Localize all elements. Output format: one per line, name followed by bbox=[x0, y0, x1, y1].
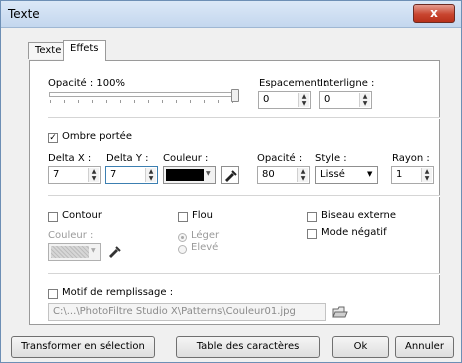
motif-checkbox[interactable] bbox=[48, 289, 58, 299]
tab-effets-label: Effets bbox=[70, 43, 99, 54]
interligne-spinner[interactable]: 0 ▲ ▼ bbox=[319, 91, 372, 109]
open-folder-icon bbox=[332, 306, 348, 318]
ombre-eyedropper-button[interactable] bbox=[221, 166, 239, 184]
style-value: Lissé bbox=[320, 169, 345, 180]
contour-checkbox[interactable] bbox=[48, 212, 58, 222]
separator bbox=[48, 117, 440, 119]
ombre-color-picker[interactable]: ▼ bbox=[163, 166, 216, 184]
flou-checkbox[interactable] bbox=[178, 212, 188, 222]
table-caracteres-label: Table des caractères bbox=[196, 341, 300, 352]
close-button[interactable]: x bbox=[413, 4, 455, 23]
contour-color-picker[interactable]: ▼ bbox=[48, 243, 101, 261]
contour-label: Contour bbox=[62, 210, 102, 221]
spin-down-icon[interactable]: ▼ bbox=[299, 100, 309, 107]
motif-path-value: C:\...\PhotoFiltre Studio X\Patterns\Cou… bbox=[53, 306, 296, 317]
opacity-label: Opacité : 100% bbox=[48, 78, 126, 89]
ombre-opacite-spin-buttons[interactable]: ▲ ▼ bbox=[297, 168, 308, 182]
opacity-slider-thumb[interactable] bbox=[231, 89, 239, 102]
mode-negatif-checkbox[interactable] bbox=[307, 229, 317, 239]
motif-path-field[interactable]: C:\...\PhotoFiltre Studio X\Patterns\Cou… bbox=[48, 303, 326, 321]
delta-y-spinner[interactable]: 7 ▲ ▼ bbox=[105, 166, 158, 184]
spin-up-icon[interactable]: ▲ bbox=[299, 93, 309, 100]
spin-down-icon[interactable]: ▼ bbox=[298, 175, 308, 182]
spin-up-icon[interactable]: ▲ bbox=[422, 168, 432, 175]
annuler-button[interactable]: Annuler bbox=[395, 336, 454, 358]
chevron-down-icon: ▼ bbox=[91, 247, 96, 254]
delta-x-spin-buttons[interactable]: ▲ ▼ bbox=[88, 168, 99, 182]
delta-y-spin-buttons[interactable]: ▲ ▼ bbox=[145, 168, 156, 182]
close-icon: x bbox=[430, 6, 438, 20]
open-folder-button[interactable] bbox=[332, 304, 348, 320]
delta-x-label: Delta X : bbox=[48, 153, 92, 164]
espacement-label: Espacement : bbox=[259, 78, 328, 89]
ombre-opacite-value: 80 bbox=[262, 169, 275, 180]
rayon-spinner[interactable]: 1 ▲ ▼ bbox=[391, 166, 434, 184]
flou-label: Flou bbox=[192, 210, 213, 221]
contour-couleur-label: Couleur : bbox=[48, 230, 94, 241]
delta-x-spinner[interactable]: 7 ▲ ▼ bbox=[48, 166, 101, 184]
espacement-value: 0 bbox=[263, 94, 270, 105]
effects-panel: Opacité : 100% Espacement : 0 ▲ ▼ Interli… bbox=[29, 60, 440, 325]
separator bbox=[48, 195, 440, 197]
interligne-spin-buttons[interactable]: ▲ ▼ bbox=[359, 93, 370, 107]
chevron-down-icon: ▼ bbox=[367, 170, 373, 178]
flou-eleve-label: Elevé bbox=[191, 242, 219, 253]
text-dialog: Texte x Texte Effets Opacité : 100% Espa… bbox=[0, 0, 462, 363]
rayon-spin-buttons[interactable]: ▲ ▼ bbox=[421, 168, 432, 182]
spin-down-icon[interactable]: ▼ bbox=[89, 175, 99, 182]
contour-color-swatch bbox=[51, 246, 89, 258]
flou-leger-radio[interactable] bbox=[178, 233, 187, 242]
rayon-value: 1 bbox=[396, 169, 403, 180]
mode-negatif-label: Mode négatif bbox=[321, 227, 387, 238]
window-title: Texte bbox=[8, 7, 40, 21]
checkmark-icon: ✓ bbox=[49, 133, 57, 143]
opacity-slider-ticks bbox=[50, 100, 236, 103]
transformer-button[interactable]: Transformer en sélection bbox=[11, 336, 155, 358]
flou-eleve-radio[interactable] bbox=[178, 245, 187, 254]
delta-y-value: 7 bbox=[110, 169, 117, 180]
ombre-color-swatch bbox=[166, 169, 204, 181]
delta-y-label: Delta Y : bbox=[106, 153, 149, 164]
spin-up-icon[interactable]: ▲ bbox=[298, 168, 308, 175]
ombre-checkbox[interactable]: ✓ bbox=[48, 133, 58, 143]
contour-eyedropper[interactable] bbox=[106, 243, 122, 259]
spin-down-icon[interactable]: ▼ bbox=[146, 175, 156, 182]
ombre-label: Ombre portée bbox=[62, 131, 132, 142]
tab-texte-label: Texte bbox=[35, 45, 62, 56]
style-select[interactable]: Lissé ▼ bbox=[315, 166, 378, 184]
espacement-spin-buttons[interactable]: ▲ ▼ bbox=[298, 93, 309, 107]
annuler-label: Annuler bbox=[405, 341, 444, 352]
eyedropper-icon bbox=[225, 170, 237, 182]
eyedropper-icon bbox=[109, 246, 121, 258]
separator bbox=[48, 273, 440, 275]
interligne-label: Interligne : bbox=[320, 78, 375, 89]
transformer-label: Transformer en sélection bbox=[21, 341, 145, 352]
chevron-down-icon: ▼ bbox=[206, 170, 211, 177]
interligne-value: 0 bbox=[324, 94, 331, 105]
ombre-opacite-spinner[interactable]: 80 ▲ ▼ bbox=[257, 166, 310, 184]
biseau-label: Biseau externe bbox=[321, 210, 397, 221]
title-bar: Texte x bbox=[1, 1, 461, 28]
spin-up-icon[interactable]: ▲ bbox=[89, 168, 99, 175]
spin-up-icon[interactable]: ▲ bbox=[360, 93, 370, 100]
ombre-opacite-label: Opacité : bbox=[257, 153, 303, 164]
spin-down-icon[interactable]: ▼ bbox=[360, 100, 370, 107]
flou-leger-label: Léger bbox=[191, 230, 220, 241]
couleur-label: Couleur : bbox=[163, 153, 209, 164]
rayon-label: Rayon : bbox=[392, 153, 430, 164]
spin-down-icon[interactable]: ▼ bbox=[422, 175, 432, 182]
ok-label: Ok bbox=[353, 341, 368, 352]
opacity-slider-track[interactable] bbox=[49, 92, 237, 97]
style-label: Style : bbox=[315, 153, 347, 164]
delta-x-value: 7 bbox=[53, 169, 60, 180]
espacement-spinner[interactable]: 0 ▲ ▼ bbox=[258, 91, 311, 109]
table-caracteres-button[interactable]: Table des caractères bbox=[176, 336, 320, 358]
tab-effets[interactable]: Effets bbox=[63, 40, 106, 61]
ok-button[interactable]: Ok bbox=[332, 336, 389, 358]
biseau-checkbox[interactable] bbox=[307, 212, 317, 222]
spin-up-icon[interactable]: ▲ bbox=[146, 168, 156, 175]
motif-label: Motif de remplissage : bbox=[62, 287, 174, 298]
